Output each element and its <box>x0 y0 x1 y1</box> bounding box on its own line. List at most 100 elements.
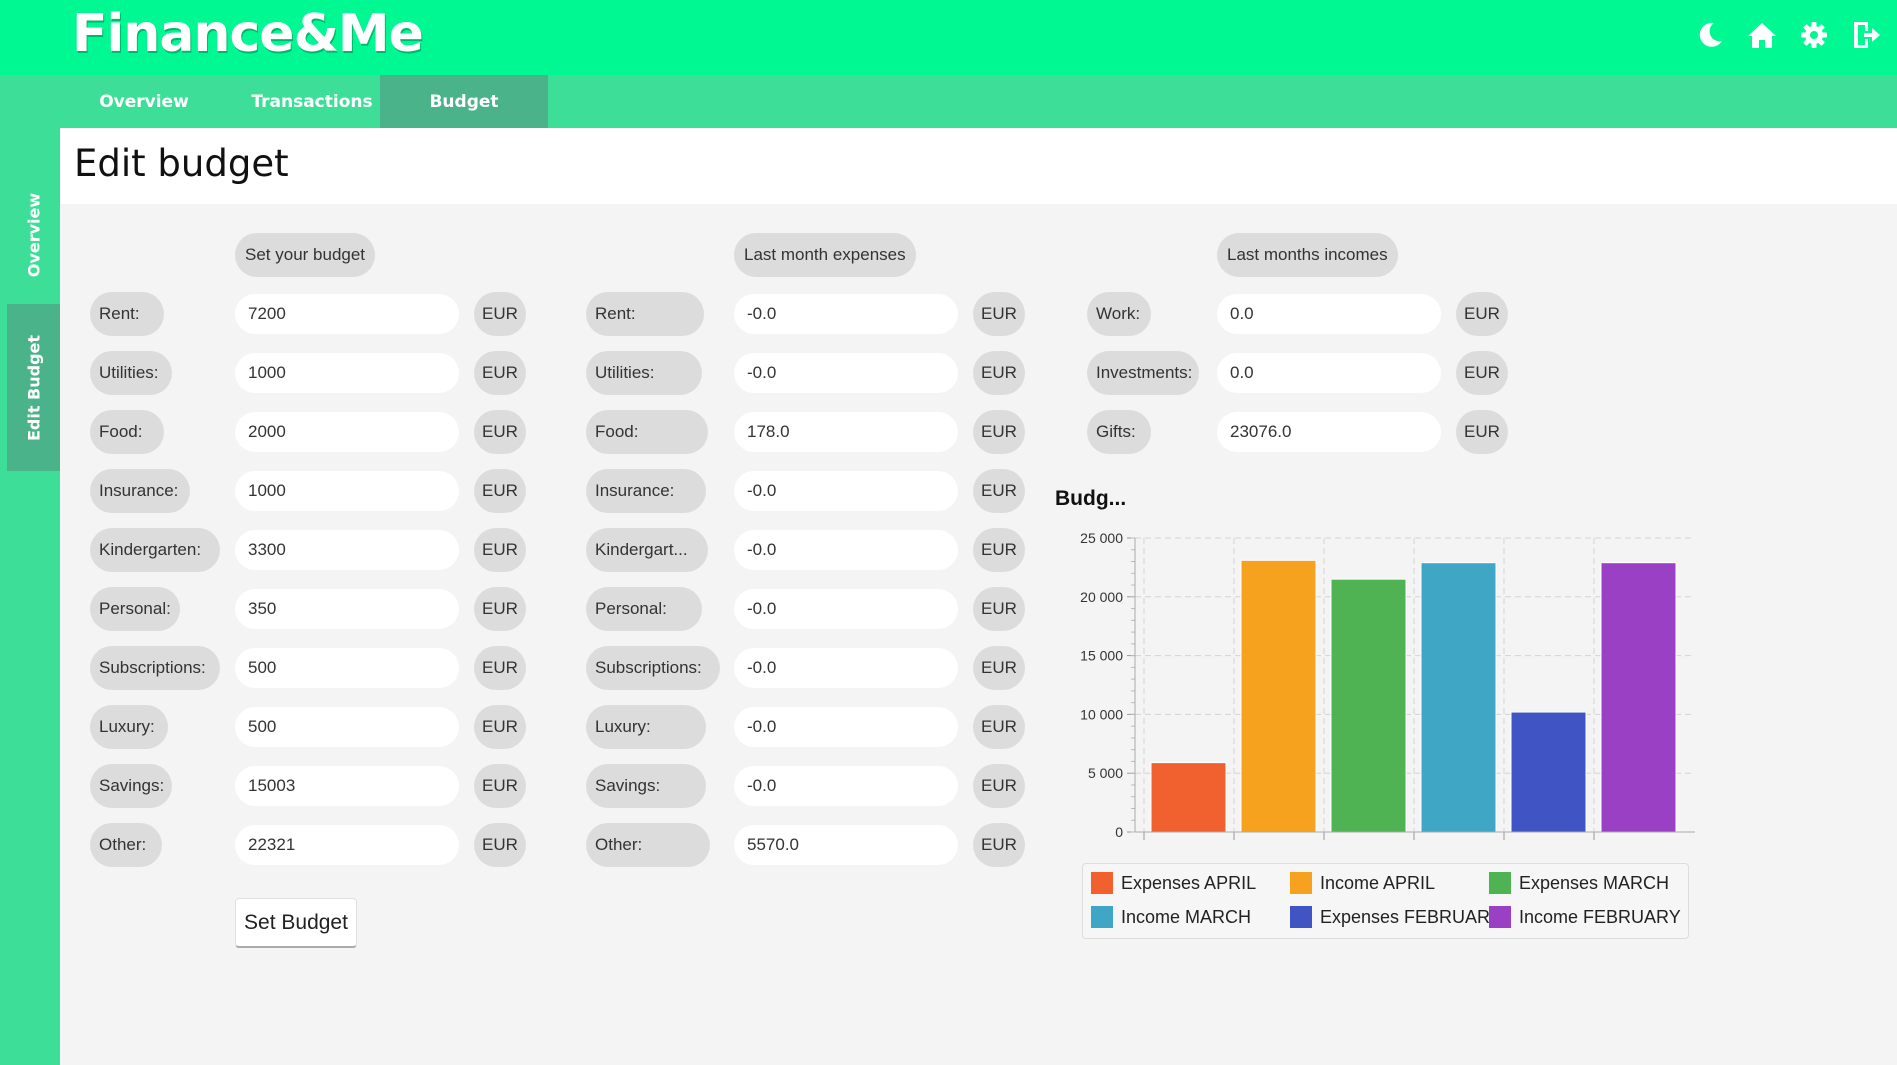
incomes-unit-investments: EUR <box>1456 351 1508 395</box>
budget-unit-other: EUR <box>474 823 526 867</box>
budget-unit-food: EUR <box>474 410 526 454</box>
incomes-input-work[interactable] <box>1217 294 1441 334</box>
legend-swatch <box>1091 906 1113 928</box>
bar <box>1420 562 1497 833</box>
set-budget-button[interactable]: Set Budget <box>235 898 357 948</box>
budget-unit-personal: EUR <box>474 587 526 631</box>
y-tick-label: 15 000 <box>1080 648 1123 664</box>
bar <box>1600 562 1677 833</box>
tab-transactions[interactable]: Transactions <box>228 75 396 128</box>
budget-label-insurance: Insurance: <box>90 469 190 513</box>
legend-label: Expenses FEBRUARY <box>1320 906 1502 927</box>
budget-input-rent[interactable] <box>235 294 459 334</box>
app-header: Finance&Me <box>0 0 1897 75</box>
incomes-input-investments[interactable] <box>1217 353 1441 393</box>
expenses-input-subscriptions[interactable] <box>734 648 958 688</box>
y-tick-label: 20 000 <box>1080 589 1123 605</box>
legend-swatch <box>1489 906 1511 928</box>
y-tick-label: 10 000 <box>1080 706 1123 722</box>
incomes-unit-gifts: EUR <box>1456 410 1508 454</box>
y-tick-label: 5 000 <box>1088 765 1123 781</box>
legend-label: Expenses APRIL <box>1121 872 1257 893</box>
title-bar: Edit budget <box>60 128 1897 204</box>
expenses-column-header: Last month expenses <box>734 233 916 277</box>
expenses-unit-insurance: EUR <box>973 469 1025 513</box>
bar <box>1150 762 1227 833</box>
expenses-input-food[interactable] <box>734 412 958 452</box>
legend-label: Income APRIL <box>1320 872 1436 893</box>
expenses-input-rent[interactable] <box>734 294 958 334</box>
budget-input-savings[interactable] <box>235 766 459 806</box>
expenses-label-insurance: Insurance: <box>586 469 706 513</box>
y-tick-label: 25 000 <box>1080 530 1123 546</box>
budget-label-utilities: Utilities: <box>90 351 172 395</box>
budget-bar-chart: 0 5 000 10 000 15 000 20 000 25 000 <box>1080 530 1695 840</box>
expenses-unit-luxury: EUR <box>973 705 1025 749</box>
sidebar-item-label: Overview <box>24 192 43 278</box>
chart-legend: Expenses APRIL Income APRIL Expenses MAR… <box>1082 863 1689 939</box>
expenses-input-luxury[interactable] <box>734 707 958 747</box>
legend-item: Income FEBRUARY <box>1489 906 1681 928</box>
legend-label: Expenses MARCH <box>1519 872 1670 893</box>
y-tick-label: 0 <box>1115 824 1123 840</box>
legend-swatch <box>1489 872 1511 894</box>
tab-budget[interactable]: Budget <box>380 75 548 128</box>
expenses-input-savings[interactable] <box>734 766 958 806</box>
legend-swatch <box>1290 906 1312 928</box>
budget-input-personal[interactable] <box>235 589 459 629</box>
expenses-unit-savings: EUR <box>973 764 1025 808</box>
expenses-input-utilities[interactable] <box>734 353 958 393</box>
expenses-label-food: Food: <box>586 410 708 454</box>
budget-label-food: Food: <box>90 410 164 454</box>
expenses-unit-kindergarten: EUR <box>973 528 1025 572</box>
chart-title: Budg... <box>1055 487 1127 510</box>
budget-input-food[interactable] <box>235 412 459 452</box>
expenses-label-personal: Personal: <box>586 587 702 631</box>
moon-icon[interactable] <box>1693 18 1727 52</box>
bar <box>1510 711 1587 833</box>
budget-input-other[interactable] <box>235 825 459 865</box>
expenses-unit-personal: EUR <box>973 587 1025 631</box>
budget-label-luxury: Luxury: <box>90 705 168 749</box>
legend-item: Expenses MARCH <box>1489 872 1669 894</box>
bar <box>1330 578 1407 833</box>
sidebar-item-overview[interactable]: Overview <box>7 170 60 300</box>
legend-item: Income MARCH <box>1091 906 1251 928</box>
logout-icon[interactable] <box>1849 18 1883 52</box>
expenses-input-other[interactable] <box>734 825 958 865</box>
left-sidebar: Overview Edit Budget <box>0 75 60 1065</box>
budget-column-header: Set your budget <box>235 233 376 277</box>
incomes-unit-work: EUR <box>1456 292 1508 336</box>
expenses-label-savings: Savings: <box>586 764 706 808</box>
budget-input-kindergarten[interactable] <box>235 530 459 570</box>
budget-label-savings: Savings: <box>90 764 172 808</box>
expenses-label-subscriptions: Subscriptions: <box>586 646 720 690</box>
tab-overview[interactable]: Overview <box>60 75 228 128</box>
page-title: Edit budget <box>74 142 289 185</box>
expenses-input-insurance[interactable] <box>734 471 958 511</box>
home-icon[interactable] <box>1745 18 1779 52</box>
budget-unit-insurance: EUR <box>474 469 526 513</box>
budget-input-subscriptions[interactable] <box>235 648 459 688</box>
sidebar-item-label: Edit Budget <box>24 334 43 441</box>
budget-label-kindergarten: Kindergarten: <box>90 528 220 572</box>
incomes-input-gifts[interactable] <box>1217 412 1441 452</box>
expenses-unit-subscriptions: EUR <box>973 646 1025 690</box>
budget-unit-savings: EUR <box>474 764 526 808</box>
bar <box>1240 559 1317 833</box>
legend-item: Income APRIL <box>1290 872 1435 894</box>
budget-unit-kindergarten: EUR <box>474 528 526 572</box>
budget-input-luxury[interactable] <box>235 707 459 747</box>
expenses-input-personal[interactable] <box>734 589 958 629</box>
legend-swatch <box>1091 872 1113 894</box>
expenses-label-kindergarten: Kindergart... <box>586 528 708 572</box>
budget-label-subscriptions: Subscriptions: <box>90 646 220 690</box>
sidebar-item-edit-budget[interactable]: Edit Budget <box>7 304 60 471</box>
budget-input-utilities[interactable] <box>235 353 459 393</box>
budget-input-insurance[interactable] <box>235 471 459 511</box>
budget-unit-subscriptions: EUR <box>474 646 526 690</box>
budget-unit-rent: EUR <box>474 292 526 336</box>
incomes-label-work: Work: <box>1087 292 1151 336</box>
gear-icon[interactable] <box>1797 18 1831 52</box>
expenses-input-kindergarten[interactable] <box>734 530 958 570</box>
